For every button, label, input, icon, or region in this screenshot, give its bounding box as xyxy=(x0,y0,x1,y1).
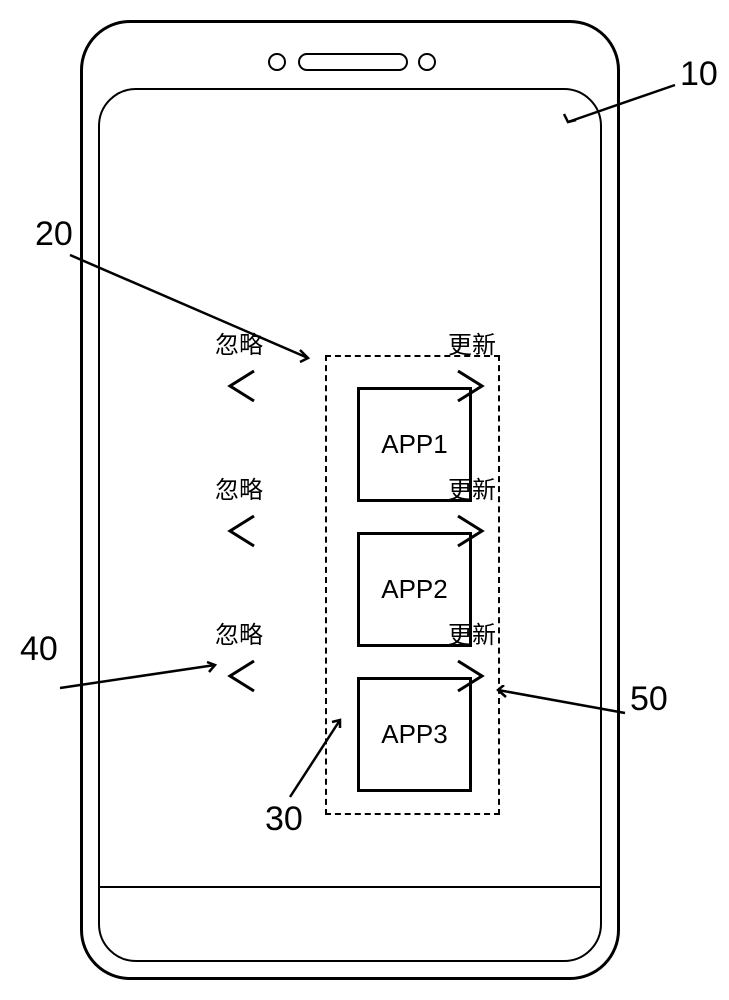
phone-body: APP1 APP2 APP3 忽略 忽略 忽略 xyxy=(80,20,620,980)
update-label-1: 更新 xyxy=(448,325,496,360)
app-label: APP3 xyxy=(381,719,448,750)
app-label: APP2 xyxy=(381,574,448,605)
chevron-right-icon[interactable] xyxy=(450,510,492,552)
chevron-right-icon[interactable] xyxy=(450,365,492,407)
leader-line-40 xyxy=(55,660,225,700)
leader-line-50 xyxy=(490,685,640,725)
callout-30: 30 xyxy=(265,800,303,839)
leader-line-20 xyxy=(60,250,320,370)
nav-bar-divider xyxy=(100,886,600,889)
chevron-right-icon[interactable] xyxy=(450,655,492,697)
speaker-grille xyxy=(298,53,408,71)
chevron-left-icon[interactable] xyxy=(220,365,262,407)
diagram-canvas: APP1 APP2 APP3 忽略 忽略 忽略 xyxy=(0,0,729,1000)
callout-40: 40 xyxy=(20,630,58,669)
front-sensor-right xyxy=(418,53,436,71)
update-label-2: 更新 xyxy=(448,470,496,505)
chevron-left-icon[interactable] xyxy=(220,655,262,697)
ignore-label-3: 忽略 xyxy=(215,615,263,650)
callout-20: 20 xyxy=(35,215,73,254)
front-sensor-left xyxy=(268,53,286,71)
leader-line-10 xyxy=(560,80,690,130)
chevron-left-icon[interactable] xyxy=(220,510,262,552)
ignore-label-2: 忽略 xyxy=(215,470,263,505)
update-label-3: 更新 xyxy=(448,615,496,650)
leader-line-30 xyxy=(280,712,360,802)
screen-outline: APP1 APP2 APP3 忽略 忽略 忽略 xyxy=(98,88,602,962)
app-label: APP1 xyxy=(381,429,448,460)
